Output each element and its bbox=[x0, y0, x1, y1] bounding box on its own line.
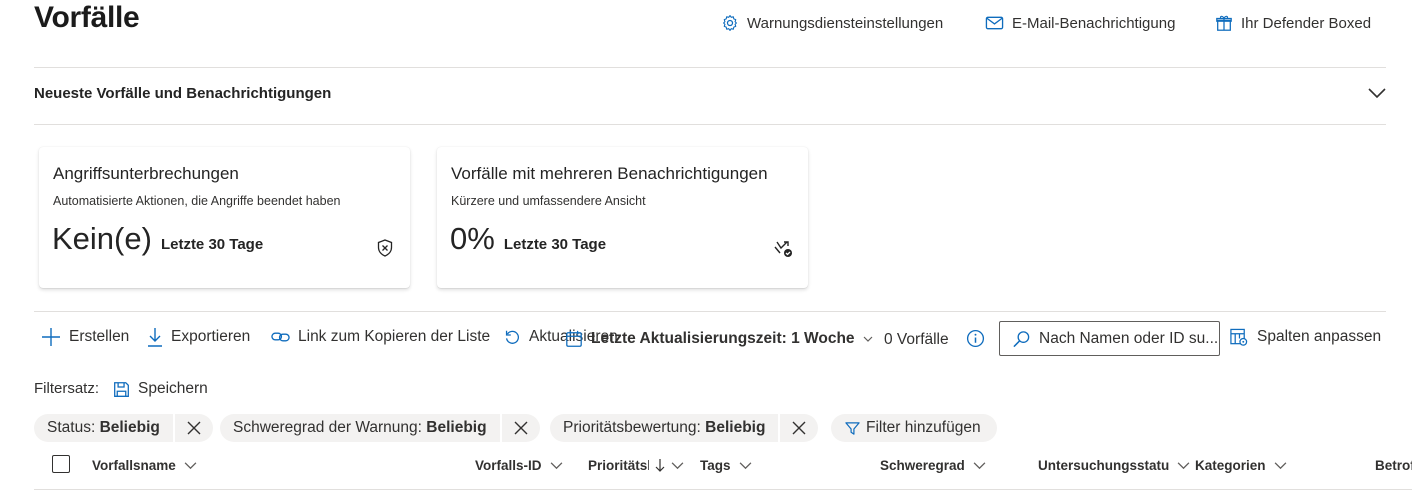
multi-alert-incidents-card[interactable]: Vorfälle mit mehreren Benachrichtigungen… bbox=[437, 147, 808, 288]
column-header-investigation-status[interactable]: Untersuchungsstatu bbox=[1038, 456, 1190, 474]
remove-filter-button[interactable] bbox=[499, 414, 540, 442]
create-button[interactable]: Erstellen bbox=[41, 326, 129, 348]
save-filterset-label: Speichern bbox=[138, 380, 208, 397]
time-filter-dropdown[interactable]: Letzte Aktualisierungszeit: 1 Woche bbox=[565, 328, 873, 350]
filter-pill-priority-score[interactable]: Prioritätsbewertung: Beliebig bbox=[550, 414, 819, 442]
incident-count: 0 Vorfälle bbox=[884, 329, 949, 351]
email-notification-label: E-Mail-Benachrichtigung bbox=[1012, 14, 1176, 32]
chevron-down-icon bbox=[863, 336, 872, 342]
filter-add-icon bbox=[845, 421, 860, 435]
info-icon[interactable] bbox=[966, 329, 985, 348]
column-header-label: Prioritätsk bbox=[588, 457, 649, 473]
chevron-down-icon bbox=[1177, 461, 1190, 469]
select-all-checkbox[interactable] bbox=[52, 455, 70, 473]
column-header-severity[interactable]: Schweregrad bbox=[880, 456, 986, 474]
column-header-label: Kategorien bbox=[1195, 457, 1266, 473]
defender-boxed-label: Ihr Defender Boxed bbox=[1241, 14, 1372, 32]
table-header-divider bbox=[34, 489, 1412, 490]
defender-boxed-link[interactable]: Ihr Defender Boxed bbox=[1215, 12, 1371, 34]
remove-filter-button[interactable] bbox=[172, 414, 213, 442]
add-filter-button[interactable]: Filter hinzufügen bbox=[831, 414, 997, 442]
export-label: Exportieren bbox=[171, 328, 251, 345]
column-header-label: Untersuchungsstatu bbox=[1038, 457, 1170, 473]
column-header-priority[interactable]: Prioritätsk bbox=[588, 456, 684, 474]
save-icon bbox=[114, 381, 129, 397]
column-header-label: Tags bbox=[700, 457, 731, 473]
merge-check-icon bbox=[774, 241, 792, 257]
chevron-down-icon bbox=[739, 461, 751, 469]
shield-x-icon bbox=[377, 239, 393, 257]
filterset-label: Filtersatz: bbox=[34, 380, 100, 397]
column-header-label: Vorfallsname bbox=[92, 457, 176, 473]
copy-list-link-button[interactable]: Link zum Kopieren der Liste bbox=[271, 326, 490, 348]
chevron-down-icon bbox=[671, 461, 684, 469]
filter-pill-label: Prioritätsbewertung: Beliebig bbox=[563, 419, 766, 436]
column-header-incident-name[interactable]: Vorfallsname bbox=[92, 456, 197, 474]
save-filterset-button[interactable]: Speichern bbox=[113, 378, 208, 400]
close-icon bbox=[187, 421, 201, 435]
divider bbox=[34, 311, 1386, 312]
chevron-down-icon bbox=[1274, 461, 1286, 469]
card-value: Kein(e) bbox=[52, 221, 152, 256]
page-title: Vorfälle bbox=[34, 1, 140, 34]
mail-icon bbox=[985, 16, 1004, 30]
card-subtitle: Automatisierte Aktionen, die Angriffe be… bbox=[53, 194, 341, 208]
gift-icon bbox=[1216, 15, 1232, 31]
alert-service-settings-link[interactable]: Warnungsdiensteinstellungen bbox=[721, 12, 943, 34]
close-icon bbox=[514, 421, 528, 435]
chevron-down-icon bbox=[550, 461, 562, 469]
column-header-tags[interactable]: Tags bbox=[700, 456, 752, 474]
customize-columns-button[interactable]: Spalten anpassen bbox=[1229, 326, 1381, 348]
remove-filter-button[interactable] bbox=[778, 414, 818, 442]
card-period: Letzte 30 Tage bbox=[160, 236, 264, 253]
column-header-label: Vorfalls-ID bbox=[475, 457, 542, 473]
filter-pill-status[interactable]: Status: Beliebig bbox=[34, 414, 213, 442]
link-icon bbox=[271, 332, 290, 342]
search-box[interactable] bbox=[999, 321, 1220, 356]
chevron-down-icon bbox=[973, 461, 986, 469]
divider bbox=[34, 67, 1386, 68]
search-input[interactable] bbox=[1039, 329, 1219, 348]
filter-pill-label: Status: Beliebig bbox=[47, 419, 160, 436]
card-value: 0% bbox=[450, 221, 495, 256]
card-value-row: Kein(e) Letzte 30 Tage bbox=[52, 221, 263, 257]
card-title: Angriffsunterbrechungen bbox=[53, 164, 239, 183]
filter-pill-alert-severity[interactable]: Schweregrad der Warnung: Beliebig bbox=[220, 414, 540, 442]
download-icon bbox=[148, 328, 162, 347]
chevron-down-icon bbox=[184, 461, 197, 469]
refresh-icon bbox=[505, 330, 519, 344]
filter-pill-label: Schweregrad der Warnung: Beliebig bbox=[233, 419, 487, 436]
calendar-icon bbox=[566, 330, 582, 347]
export-button[interactable]: Exportieren bbox=[147, 326, 250, 348]
chevron-down-icon[interactable] bbox=[1366, 82, 1388, 104]
time-filter-label: Letzte Aktualisierungszeit: 1 Woche bbox=[591, 330, 855, 347]
add-filter-label: Filter hinzufügen bbox=[866, 419, 981, 436]
column-header-incident-id[interactable]: Vorfalls-ID bbox=[475, 456, 563, 474]
columns-settings-icon bbox=[1230, 328, 1248, 346]
card-period: Letzte 30 Tage bbox=[503, 236, 607, 253]
attack-disruption-card[interactable]: Angriffsunterbrechungen Automatisierte A… bbox=[39, 147, 410, 288]
customize-columns-label: Spalten anpassen bbox=[1257, 328, 1382, 345]
close-icon bbox=[792, 421, 806, 435]
copy-list-link-label: Link zum Kopieren der Liste bbox=[298, 328, 491, 345]
card-subtitle: Kürzere und umfassendere Ansicht bbox=[451, 194, 646, 208]
card-title: Vorfälle mit mehreren Benachrichtigungen bbox=[451, 164, 768, 183]
column-header-label: Schweregrad bbox=[880, 457, 965, 473]
card-value-row: 0% Letzte 30 Tage bbox=[450, 221, 606, 257]
alert-service-settings-label: Warnungsdiensteinstellungen bbox=[747, 14, 944, 32]
incident-count-label: 0 Vorfälle bbox=[884, 331, 949, 348]
email-notification-link[interactable]: E-Mail-Benachrichtigung bbox=[985, 12, 1175, 34]
section-title: Neueste Vorfälle und Benachrichtigungen bbox=[34, 85, 332, 102]
sort-descending-icon bbox=[655, 459, 665, 472]
create-label: Erstellen bbox=[69, 328, 130, 345]
column-header-affected[interactable]: Betrof bbox=[1375, 456, 1412, 474]
gear-icon bbox=[723, 15, 737, 31]
search-icon bbox=[1013, 330, 1030, 347]
column-header-label: Betrof bbox=[1375, 457, 1412, 473]
plus-icon bbox=[42, 328, 60, 346]
divider bbox=[34, 124, 1386, 125]
column-header-categories[interactable]: Kategorien bbox=[1195, 456, 1287, 474]
